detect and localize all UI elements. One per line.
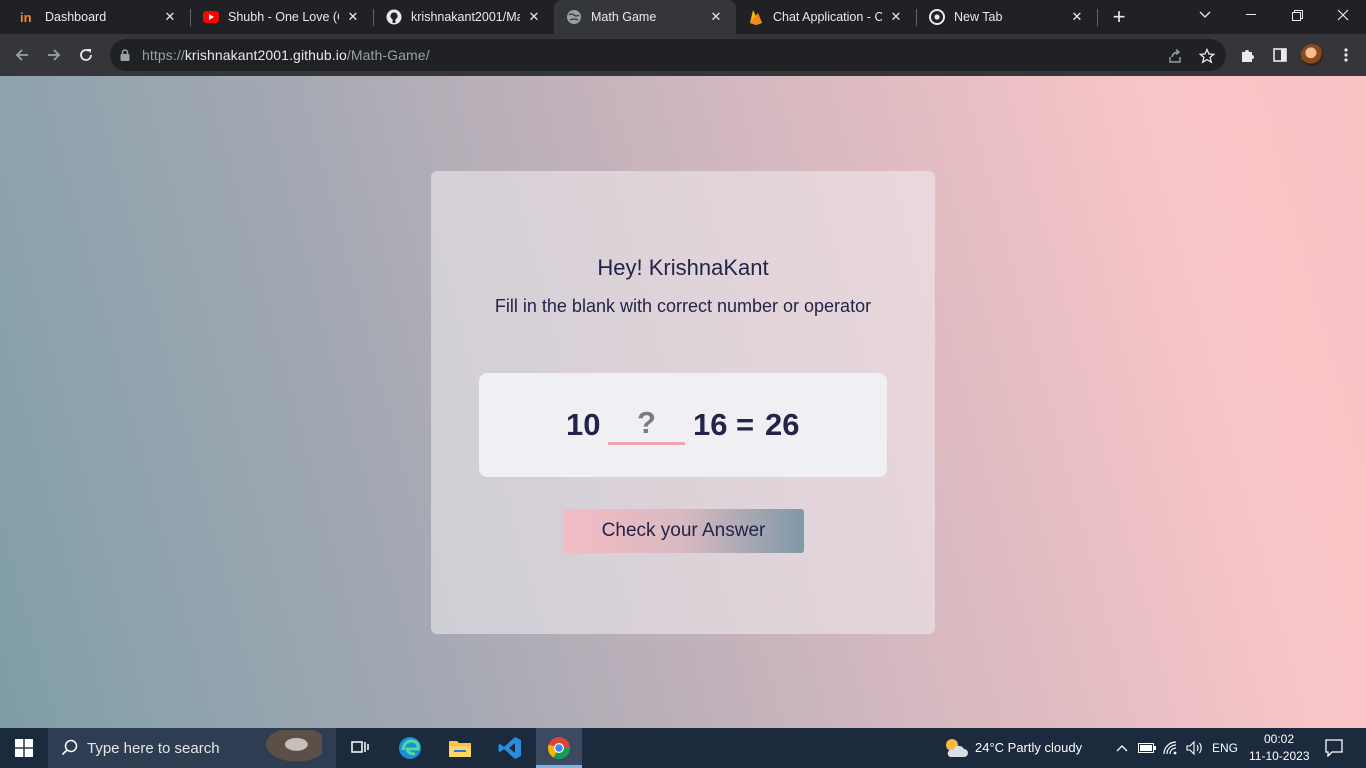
github-icon	[386, 9, 402, 25]
result-value: 26	[765, 407, 800, 442]
edge-app-button[interactable]	[390, 728, 430, 768]
game-card: Hey! KrishnaKant Fill in the blank with …	[431, 171, 935, 634]
tab-title: Chat Application - Cl	[773, 10, 882, 24]
url-text[interactable]: https://krishnakant2001.github.io/Math-G…	[142, 47, 430, 63]
tab-github[interactable]: krishnakant2001/Mat ✕	[374, 0, 554, 34]
address-bar[interactable]: https://krishnakant2001.github.io/Math-G…	[110, 39, 1226, 71]
clock-date[interactable]: 11-10-2023	[1249, 749, 1310, 763]
search-highlight-illustration	[258, 730, 322, 766]
close-icon[interactable]: ✕	[708, 9, 724, 25]
lock-icon[interactable]	[120, 49, 132, 61]
close-icon[interactable]: ✕	[888, 9, 904, 25]
side-panel-icon	[1273, 48, 1287, 62]
weather-icon[interactable]	[940, 728, 970, 768]
taskbar-search-box[interactable]: Type here to search	[48, 728, 336, 768]
tab-youtube[interactable]: Shubh - One Love (Of ✕	[191, 0, 373, 34]
back-button[interactable]	[8, 41, 36, 69]
volume-icon[interactable]	[1184, 728, 1206, 768]
close-icon	[1337, 9, 1349, 21]
vscode-app-button[interactable]	[488, 728, 532, 768]
check-answer-button[interactable]: Check your Answer	[563, 509, 804, 553]
minimize-button[interactable]	[1228, 0, 1274, 30]
chrome-app-button[interactable]	[536, 728, 582, 768]
chrome-icon	[929, 9, 945, 25]
tab-title: Dashboard	[45, 10, 107, 24]
url-host: krishnakant2001.github.io	[184, 47, 347, 63]
close-icon[interactable]: ✕	[526, 9, 542, 25]
show-hidden-icons-button[interactable]	[1112, 728, 1132, 768]
vscode-icon	[498, 737, 521, 759]
task-view-button[interactable]	[340, 728, 380, 768]
question-box: 10 16 = 26	[479, 373, 887, 477]
youtube-icon	[203, 9, 219, 25]
restore-button[interactable]	[1274, 0, 1320, 30]
tab-title: New Tab	[954, 10, 1003, 24]
equals-sign: =	[736, 407, 755, 442]
new-tab-button[interactable]: +	[1106, 4, 1132, 30]
weather-text[interactable]: 24°C Partly cloudy	[975, 740, 1082, 755]
greeting-heading: Hey! KrishnaKant	[597, 255, 769, 280]
notification-icon	[1325, 739, 1343, 757]
page-viewport: Hey! KrishnaKant Fill in the blank with …	[0, 76, 1366, 728]
answer-input[interactable]	[608, 403, 685, 445]
tab-title: Shubh - One Love (Of	[228, 10, 339, 24]
reload-button[interactable]	[72, 41, 100, 69]
clock-time[interactable]: 00:02	[1264, 732, 1294, 746]
task-view-icon	[351, 741, 369, 753]
browser-toolbar: https://krishnakant2001.github.io/Math-G…	[0, 34, 1366, 76]
search-icon	[61, 739, 78, 756]
close-icon[interactable]: ✕	[1069, 9, 1085, 25]
tab-math-game[interactable]: Math Game ✕	[554, 0, 736, 34]
left-operand: 10	[566, 407, 601, 442]
side-panel-button[interactable]	[1268, 43, 1292, 67]
right-operand: 16	[693, 407, 728, 442]
svg-text:in: in	[20, 10, 32, 24]
extensions-button[interactable]	[1236, 43, 1260, 67]
minimize-icon	[1246, 14, 1256, 15]
tab-title: Math Game	[591, 10, 657, 24]
language-indicator[interactable]: ENG	[1212, 741, 1238, 755]
instruction-text: Fill in the blank with correct number or…	[494, 296, 872, 316]
arrow-left-icon	[15, 49, 28, 61]
close-icon[interactable]: ✕	[345, 9, 361, 25]
tab-new-tab[interactable]: New Tab ✕	[917, 0, 1097, 34]
file-explorer-button[interactable]	[438, 728, 482, 768]
start-button[interactable]	[0, 728, 48, 768]
avatar	[1301, 44, 1323, 66]
arrow-right-icon	[48, 49, 61, 61]
tab-title: krishnakant2001/Mat	[411, 10, 520, 24]
battery-icon[interactable]	[1136, 728, 1158, 768]
url-scheme: https://	[142, 47, 185, 63]
search-placeholder: Type here to search	[87, 739, 220, 757]
tab-dashboard[interactable]: in Dashboard ✕	[8, 0, 190, 34]
url-path: /Math-Game/	[346, 47, 430, 63]
invision-icon: in	[20, 9, 36, 25]
notifications-button[interactable]	[1320, 728, 1348, 768]
wifi-icon[interactable]	[1160, 728, 1182, 768]
tab-search-button[interactable]	[1182, 0, 1228, 30]
firebase-icon	[748, 9, 764, 25]
kebab-menu-icon	[1344, 48, 1348, 62]
tab-strip: in Dashboard ✕ Shubh - One Love (Of ✕ kr…	[0, 0, 1366, 34]
folder-icon	[449, 741, 471, 757]
close-window-button[interactable]	[1320, 0, 1366, 30]
chrome-icon	[548, 737, 570, 759]
edge-icon	[399, 737, 421, 759]
forward-button[interactable]	[40, 41, 68, 69]
puzzle-icon	[1242, 50, 1254, 62]
windows-logo-icon	[15, 739, 33, 757]
close-icon[interactable]: ✕	[162, 9, 178, 25]
tab-chat-application[interactable]: Chat Application - Cl ✕	[736, 0, 916, 34]
reload-icon	[80, 49, 92, 61]
tab-separator	[1097, 9, 1098, 26]
star-icon[interactable]	[1198, 47, 1216, 65]
chevron-down-icon	[1199, 11, 1211, 18]
menu-button[interactable]	[1334, 43, 1358, 67]
share-icon[interactable]	[1166, 47, 1184, 65]
restore-icon	[1291, 9, 1303, 21]
profile-button[interactable]	[1300, 43, 1324, 67]
globe-icon	[566, 9, 582, 25]
chevron-up-icon	[1116, 745, 1128, 752]
windows-taskbar: Type here to search 24°C Partly cloudy E…	[0, 728, 1366, 768]
